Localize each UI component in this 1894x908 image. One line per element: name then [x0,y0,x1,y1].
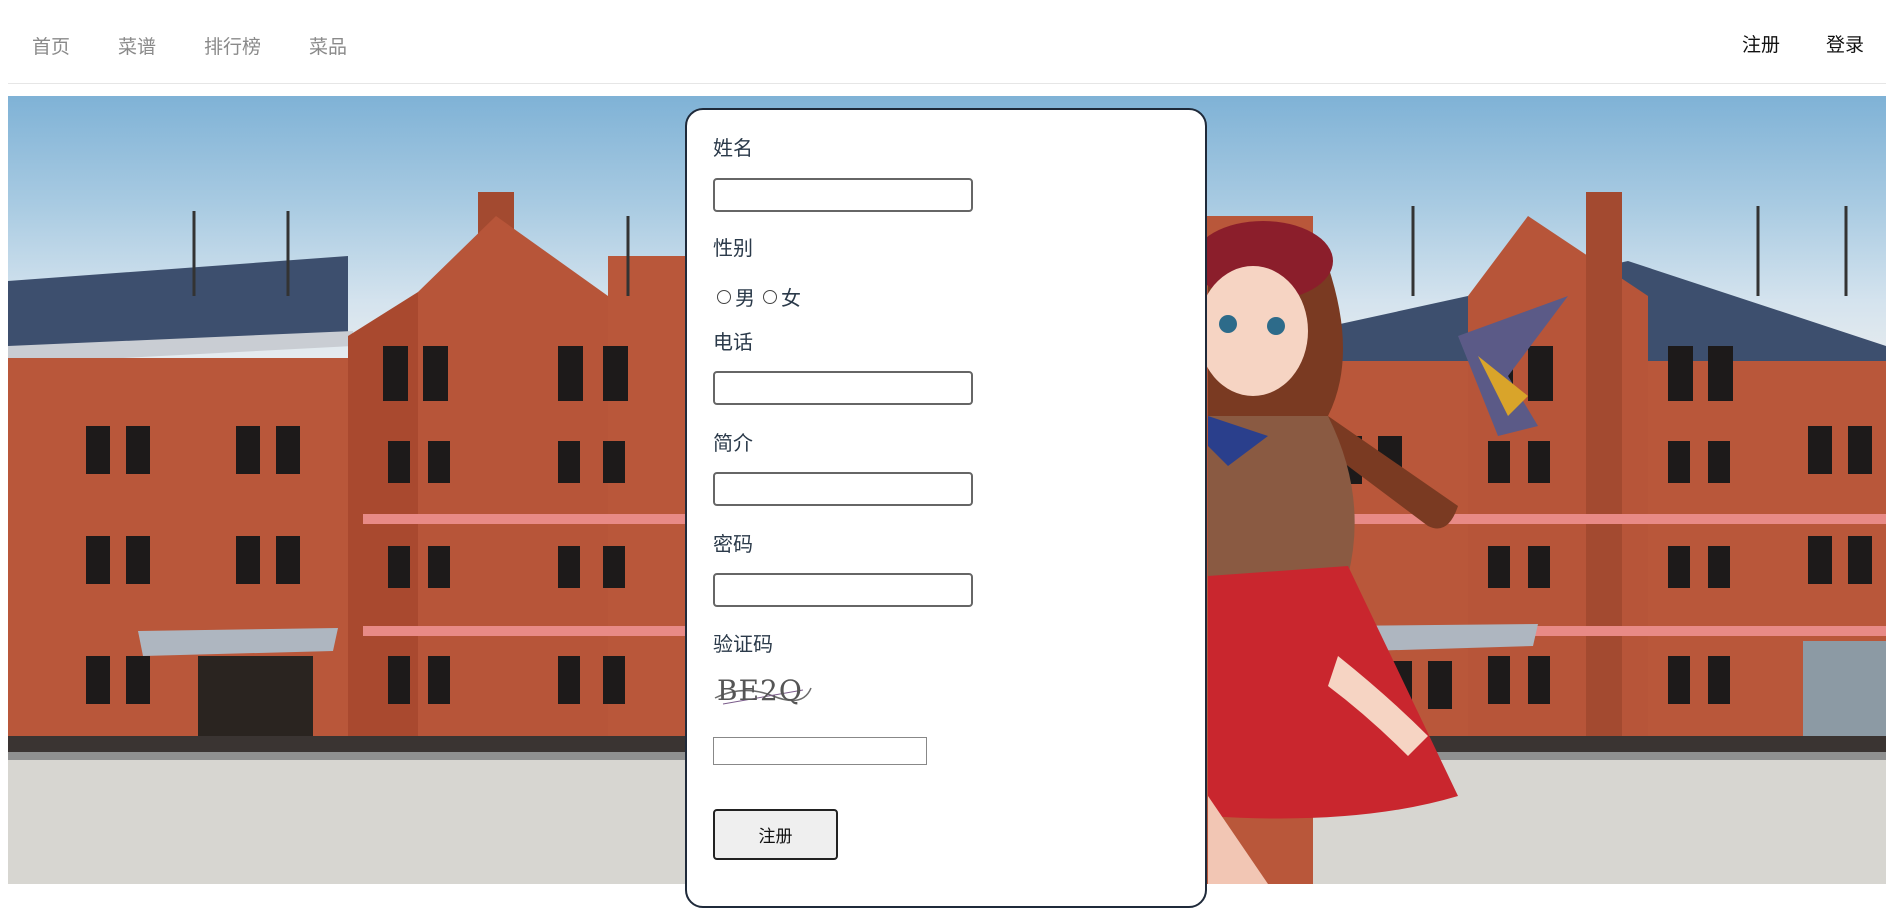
name-input[interactable] [713,178,973,212]
captcha-input[interactable] [713,737,927,765]
captcha-text: BE2Q [717,674,803,707]
nav-ranking-link[interactable]: 排行榜 [204,32,261,59]
gender-female-label: 女 [781,286,801,310]
nav-register-link[interactable]: 注册 [1742,30,1780,57]
gender-female-radio[interactable] [763,289,777,304]
bio-input[interactable] [713,472,973,506]
gender-radio-group: 男 女 [717,282,801,311]
register-submit-button[interactable]: 注册 [713,809,838,860]
nav-login-link[interactable]: 登录 [1826,30,1864,57]
nav-dishes-link[interactable]: 菜品 [309,32,347,59]
nav-divider [8,83,1886,84]
phone-label: 电话 [713,330,753,354]
gender-label: 性别 [713,236,753,260]
password-input[interactable] [713,573,973,607]
captcha-image[interactable]: BE2Q [713,670,813,710]
nav-links: 首页 菜谱 排行榜 菜品 [32,32,347,59]
nav-auth-links: 注册 登录 [1742,30,1864,57]
left-building [8,192,693,752]
bio-label: 简介 [713,431,753,455]
captcha-label: 验证码 [713,632,773,656]
gender-male-label: 男 [735,286,755,310]
name-label: 姓名 [713,136,753,160]
gender-male-radio[interactable] [717,289,731,304]
register-form-card: 姓名 性别 男 女 电话 简介 密码 验证码 BE2Q 注册 [685,108,1207,908]
password-label: 密码 [713,532,753,556]
nav-recipes-link[interactable]: 菜谱 [118,32,156,59]
top-navbar: 首页 菜谱 排行榜 菜品 注册 登录 [0,0,1894,84]
nav-home-link[interactable]: 首页 [32,32,70,59]
phone-input[interactable] [713,371,973,405]
